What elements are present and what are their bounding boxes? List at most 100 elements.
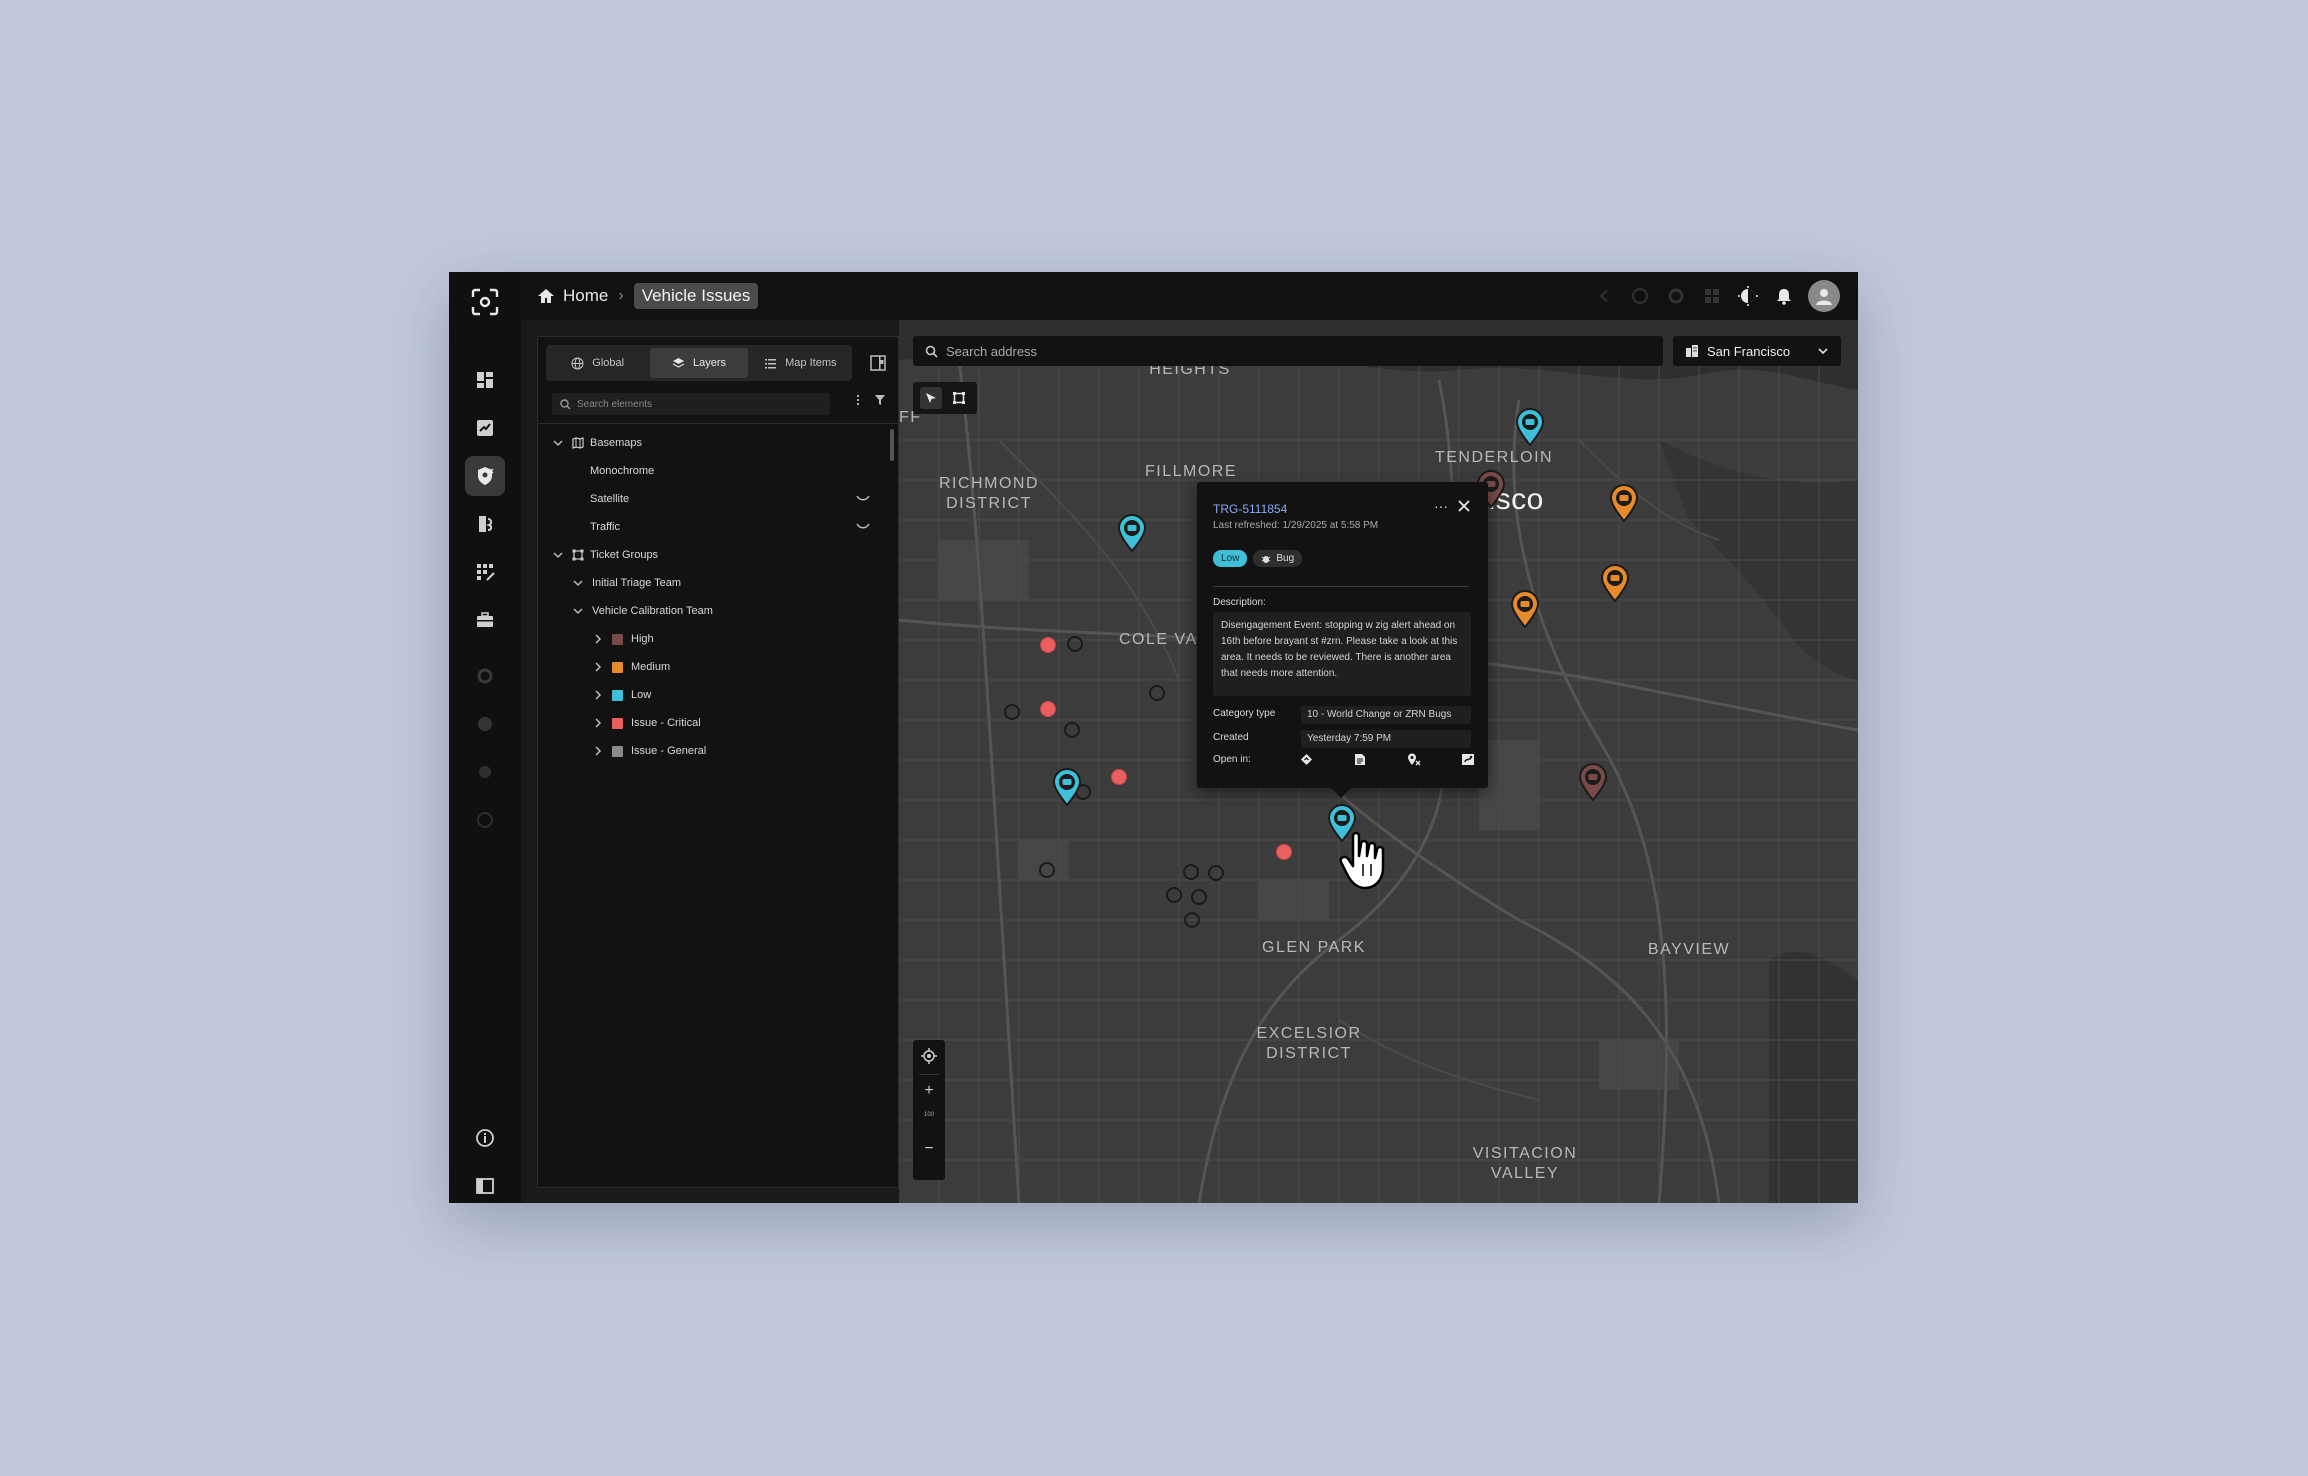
- issue-general-marker[interactable]: [1004, 704, 1020, 720]
- sidebar-toggle-icon[interactable]: [465, 1166, 505, 1203]
- bug-icon: [1262, 555, 1271, 563]
- tree-priority-low[interactable]: Low: [538, 681, 898, 709]
- map-pin-icon[interactable]: [1405, 750, 1423, 768]
- vehicle-pin-medium[interactable]: [1510, 590, 1540, 628]
- filter-icon[interactable]: [874, 394, 886, 406]
- address-search-input[interactable]: Search address: [913, 336, 1663, 366]
- tree-basemap-item[interactable]: Satellite: [538, 485, 898, 513]
- tab-map-items[interactable]: Map Items: [752, 348, 849, 378]
- more-vertical-icon[interactable]: [856, 394, 860, 406]
- tree-initial-triage[interactable]: Initial Triage Team: [538, 569, 898, 597]
- settings-icon[interactable]: [465, 656, 505, 696]
- info-icon[interactable]: [465, 1118, 505, 1158]
- document-icon[interactable]: [1351, 750, 1369, 768]
- chevron-right-icon[interactable]: [592, 717, 604, 729]
- city-select[interactable]: San Francisco: [1673, 336, 1841, 366]
- briefcase-icon[interactable]: [465, 600, 505, 640]
- issue-critical-marker[interactable]: [1276, 844, 1292, 860]
- issue-critical-marker[interactable]: [1040, 637, 1056, 653]
- issue-general-marker[interactable]: [1184, 912, 1200, 928]
- dashboard-icon[interactable]: [465, 360, 505, 400]
- tab-layers-label: Layers: [692, 357, 726, 369]
- analytics-icon[interactable]: [465, 408, 505, 448]
- tree-issue-general[interactable]: Issue - General: [538, 737, 898, 765]
- search-elements-input[interactable]: Search elements: [552, 393, 830, 415]
- issue-general-marker[interactable]: [1208, 865, 1224, 881]
- issue-critical-marker[interactable]: [1111, 769, 1127, 785]
- panel-layout-icon[interactable]: [870, 355, 886, 371]
- chevron-right-icon[interactable]: [592, 661, 604, 673]
- chevron-right-icon[interactable]: [592, 689, 604, 701]
- locate-icon[interactable]: [913, 1048, 945, 1064]
- map-shield-icon[interactable]: [465, 456, 505, 496]
- vehicle-pin-low[interactable]: [1117, 514, 1147, 552]
- select-cursor-icon[interactable]: [920, 387, 942, 409]
- diamond-icon[interactable]: [1297, 750, 1315, 768]
- route-icon[interactable]: [1459, 750, 1477, 768]
- help-icon[interactable]: [465, 800, 505, 840]
- created-value: Yesterday 7:59 PM: [1301, 730, 1471, 748]
- route-icon[interactable]: [465, 504, 505, 544]
- bell-icon[interactable]: [1772, 284, 1796, 308]
- chevron-down-icon[interactable]: [572, 577, 584, 589]
- breadcrumb-current[interactable]: Vehicle Issues: [633, 283, 759, 309]
- avatar[interactable]: [1808, 280, 1840, 312]
- label-richmond: RICHMOND DISTRICT: [939, 475, 1039, 512]
- created-label: Created: [1213, 732, 1249, 743]
- chevron-right-icon[interactable]: [592, 633, 604, 645]
- chevron-right-icon[interactable]: [592, 745, 604, 757]
- issue-general-marker[interactable]: [1067, 636, 1083, 652]
- tree-priority-medium[interactable]: Medium: [538, 653, 898, 681]
- app-logo-icon[interactable]: [467, 284, 503, 320]
- tree-priority-high[interactable]: High: [538, 625, 898, 653]
- open-in-label: Open in:: [1213, 754, 1251, 765]
- chevron-down-icon[interactable]: [572, 605, 584, 617]
- issue-general-marker[interactable]: [1166, 887, 1182, 903]
- issue-critical-marker[interactable]: [1040, 701, 1056, 717]
- vehicle-pin-medium[interactable]: [1609, 484, 1639, 522]
- vehicle-pin-medium[interactable]: [1600, 564, 1630, 602]
- panel-tabs: Global Layers Map Items: [546, 345, 852, 381]
- vehicle-pin-high[interactable]: [1578, 763, 1608, 801]
- zoom-out-button[interactable]: −: [913, 1140, 945, 1158]
- grid-icon[interactable]: [465, 552, 505, 592]
- zoom-in-button[interactable]: +: [913, 1082, 945, 1100]
- tree-basemaps[interactable]: Basemaps: [538, 429, 898, 457]
- breadcrumb-home[interactable]: Home: [537, 286, 608, 306]
- tree-calibration-team[interactable]: Vehicle Calibration Team: [538, 597, 898, 625]
- tree-issue-critical[interactable]: Issue - Critical: [538, 709, 898, 737]
- gear-icon[interactable]: [1664, 284, 1688, 308]
- apps-grid-icon[interactable]: [1700, 284, 1724, 308]
- issue-general-marker[interactable]: [1039, 862, 1055, 878]
- help-circle-icon[interactable]: [1628, 284, 1652, 308]
- ticket-id-link[interactable]: TRG-5111854: [1213, 502, 1287, 516]
- layer-tree: Basemaps Monochrome Satellite Traffic Ti…: [538, 429, 898, 765]
- chevron-down-icon[interactable]: [552, 437, 564, 449]
- visibility-off-icon[interactable]: [856, 494, 870, 502]
- vehicle-pin-low[interactable]: [1052, 768, 1082, 806]
- pie-icon[interactable]: [465, 704, 505, 744]
- tab-layers[interactable]: Layers: [650, 348, 748, 378]
- tree-ticket-groups[interactable]: Ticket Groups: [538, 541, 898, 569]
- tab-global[interactable]: Global: [549, 348, 646, 378]
- more-horizontal-icon[interactable]: ···: [1434, 498, 1448, 514]
- visibility-off-icon[interactable]: [856, 522, 870, 530]
- tree-basemap-item[interactable]: Traffic: [538, 513, 898, 541]
- box-select-icon[interactable]: [948, 387, 970, 409]
- chevron-down-icon[interactable]: [552, 549, 564, 561]
- gear-icon[interactable]: [465, 752, 505, 792]
- tree-basemap-item[interactable]: Monochrome: [538, 457, 898, 485]
- theme-toggle-icon[interactable]: [1736, 284, 1760, 308]
- issue-general-marker[interactable]: [1183, 864, 1199, 880]
- issue-general-marker[interactable]: [1149, 685, 1165, 701]
- map-view[interactable]: PACIFICHEIGHTS TENDERLOIN FILLMORE RICHM…: [899, 320, 1858, 1203]
- type-badge: Bug: [1253, 550, 1303, 567]
- back-icon[interactable]: [1592, 284, 1616, 308]
- breadcrumb: Home › Vehicle Issues: [537, 282, 759, 310]
- vehicle-pin-low[interactable]: [1515, 408, 1545, 446]
- priority-swatch: [612, 745, 623, 757]
- issue-general-marker[interactable]: [1064, 722, 1080, 738]
- map-icon: [572, 437, 584, 449]
- close-icon[interactable]: [1458, 500, 1470, 512]
- issue-general-marker[interactable]: [1191, 889, 1207, 905]
